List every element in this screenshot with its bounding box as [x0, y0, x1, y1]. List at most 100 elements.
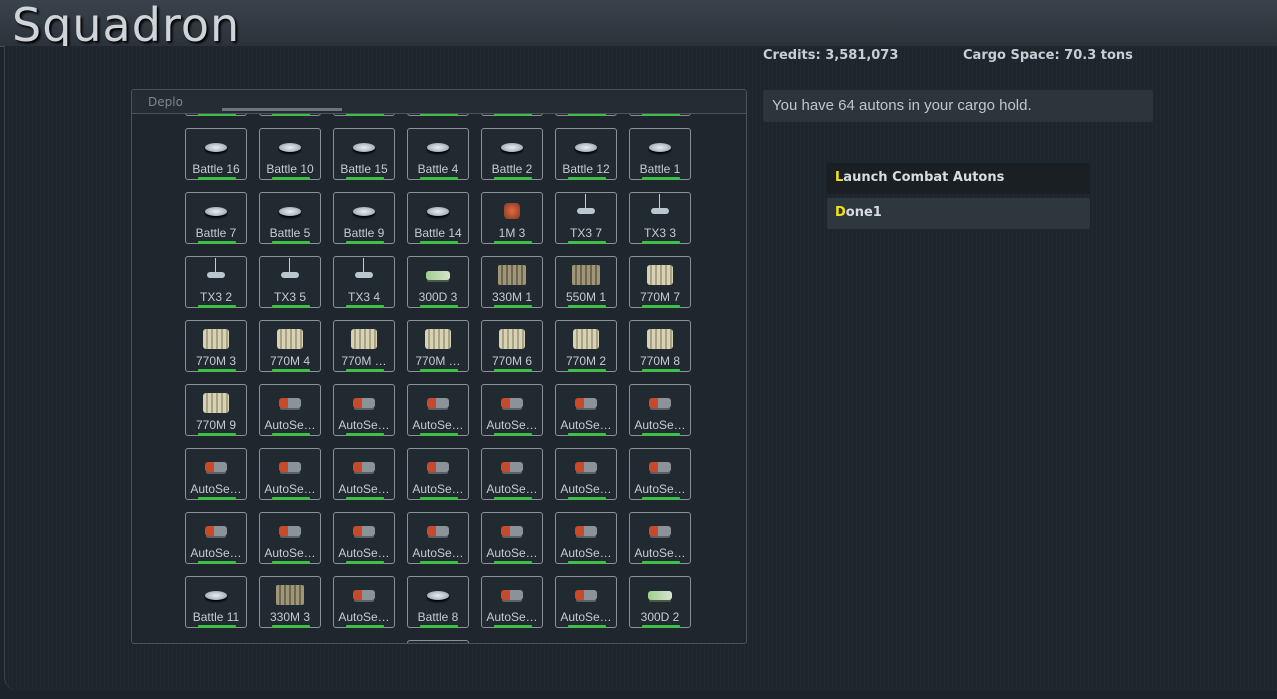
- auton-label: AutoSe…: [190, 482, 242, 496]
- auton-label: AutoSe…: [412, 546, 464, 560]
- auton-tile[interactable]: Battle 16: [185, 128, 247, 180]
- auton-tile[interactable]: TX3 4: [333, 256, 395, 308]
- auton-tile[interactable]: AutoSe…: [407, 512, 469, 564]
- auto-auton-icon: [482, 389, 542, 417]
- health-bar: [494, 241, 532, 244]
- done-button[interactable]: Done1: [827, 198, 1090, 229]
- auton-tile[interactable]: Battle 12: [555, 128, 617, 180]
- auton-tile[interactable]: [407, 640, 469, 643]
- auton-tile[interactable]: AutoSe…: [555, 512, 617, 564]
- launch-combat-autons-button[interactable]: Launch Combat Autons: [827, 163, 1090, 194]
- auton-tile[interactable]: AutoSe…: [629, 384, 691, 436]
- tab-deploy[interactable]: Deplo: [148, 95, 183, 109]
- auton-tile[interactable]: 770M …: [333, 320, 395, 372]
- auton-tile[interactable]: AutoSe…: [629, 448, 691, 500]
- auton-tile[interactable]: TX3 5: [259, 256, 321, 308]
- tab-scroll-handle[interactable]: [222, 108, 342, 111]
- battle-auton-icon: [334, 197, 394, 225]
- auton-tile[interactable]: 770M 9: [185, 384, 247, 436]
- auton-tile[interactable]: Battle 1: [629, 128, 691, 180]
- crate2-auton-icon: [260, 581, 320, 609]
- auton-tile[interactable]: Battle 11: [185, 576, 247, 628]
- auton-tile[interactable]: 770M …: [407, 320, 469, 372]
- auton-tile[interactable]: Battle 9: [333, 192, 395, 244]
- auton-label: 770M 9: [195, 418, 237, 432]
- auton-tile[interactable]: AutoSe…: [333, 448, 395, 500]
- auton-tile[interactable]: Battle 4: [407, 128, 469, 180]
- crate-auton-icon: [556, 325, 616, 353]
- auton-tile[interactable]: AutoSe…: [481, 512, 543, 564]
- auton-tile[interactable]: 770M 6: [481, 320, 543, 372]
- auton-tile[interactable]: TX3 3: [629, 192, 691, 244]
- health-bar: [642, 305, 680, 308]
- auton-tile[interactable]: Battle 15: [333, 128, 395, 180]
- auto-auton-icon: [260, 453, 320, 481]
- auton-label: 300D 2: [640, 610, 680, 624]
- auton-tile[interactable]: AutoSe…: [555, 576, 617, 628]
- battle-auton-icon: [186, 133, 246, 161]
- battle-auton-icon: [186, 197, 246, 225]
- auton-label: Battle 15: [340, 162, 388, 176]
- auton-tile[interactable]: Battle 8: [407, 576, 469, 628]
- auton-tile[interactable]: AutoSe…: [259, 448, 321, 500]
- auton-tile[interactable]: AutoSe…: [481, 384, 543, 436]
- auton-tile[interactable]: AutoSe…: [185, 512, 247, 564]
- health-bar: [198, 305, 236, 308]
- auton-label: AutoSe…: [486, 610, 538, 624]
- auton-tile[interactable]: AutoSe…: [481, 448, 543, 500]
- auton-tile[interactable]: Battle 10: [259, 128, 321, 180]
- auton-tile[interactable]: 300D 3: [407, 256, 469, 308]
- auto-auton-icon: [556, 581, 616, 609]
- auton-tile[interactable]: 550M 1: [555, 256, 617, 308]
- auton-tile[interactable]: Battle 2: [481, 128, 543, 180]
- auton-tile[interactable]: AutoSe…: [333, 384, 395, 436]
- auton-label: 770M 2: [565, 354, 607, 368]
- health-bar: [198, 433, 236, 436]
- health-bar: [568, 561, 606, 564]
- auton-tile[interactable]: AutoSe…: [259, 384, 321, 436]
- auto-auton-icon: [630, 389, 690, 417]
- 300d-auton-icon: [630, 581, 690, 609]
- auto-auton-icon: [334, 389, 394, 417]
- auton-tile[interactable]: AutoSe…: [555, 448, 617, 500]
- auton-tile[interactable]: AutoSe…: [333, 576, 395, 628]
- auton-tile[interactable]: Battle 14: [407, 192, 469, 244]
- crate-auton-icon: [334, 325, 394, 353]
- auton-tile[interactable]: TX3 7: [555, 192, 617, 244]
- health-bar: [420, 433, 458, 436]
- auton-label: AutoSe…: [338, 418, 390, 432]
- tx-auton-icon: [260, 258, 320, 289]
- auton-tile[interactable]: AutoSe…: [185, 448, 247, 500]
- auton-tile[interactable]: AutoSe…: [629, 512, 691, 564]
- tab-strip[interactable]: Deplo: [132, 90, 746, 114]
- auton-list-panel[interactable]: EMP 3EMP 1EMP 2Battle 3Lumier…Lumier…Lum…: [131, 89, 747, 644]
- tx-auton-icon: [334, 258, 394, 289]
- auton-tile[interactable]: 770M 7: [629, 256, 691, 308]
- auton-label: AutoSe…: [190, 546, 242, 560]
- auton-tile[interactable]: AutoSe…: [259, 512, 321, 564]
- auton-tile[interactable]: AutoSe…: [333, 512, 395, 564]
- auton-tile[interactable]: AutoSe…: [407, 448, 469, 500]
- health-bar: [420, 497, 458, 500]
- auton-tile[interactable]: AutoSe…: [407, 384, 469, 436]
- auton-tile[interactable]: 770M 4: [259, 320, 321, 372]
- auton-tile[interactable]: 300D 2: [629, 576, 691, 628]
- auton-tile[interactable]: 1M 3: [481, 192, 543, 244]
- auton-tile[interactable]: 770M 2: [555, 320, 617, 372]
- battle-auton-icon: [556, 133, 616, 161]
- auton-tile[interactable]: 330M 3: [259, 576, 321, 628]
- auton-tile[interactable]: Battle 5: [259, 192, 321, 244]
- auton-tile[interactable]: 770M 3: [185, 320, 247, 372]
- health-bar: [198, 497, 236, 500]
- auton-tile[interactable]: Battle 7: [185, 192, 247, 244]
- health-bar: [198, 369, 236, 372]
- auton-label: AutoSe…: [338, 482, 390, 496]
- auto-auton-icon: [556, 453, 616, 481]
- auton-tile[interactable]: AutoSe…: [481, 576, 543, 628]
- auton-tile[interactable]: TX3 2: [185, 256, 247, 308]
- auton-tile[interactable]: 770M 8: [629, 320, 691, 372]
- auton-tile[interactable]: AutoSe…: [555, 384, 617, 436]
- auton-tile[interactable]: 330M 1: [481, 256, 543, 308]
- health-bar: [420, 305, 458, 308]
- health-bar: [568, 497, 606, 500]
